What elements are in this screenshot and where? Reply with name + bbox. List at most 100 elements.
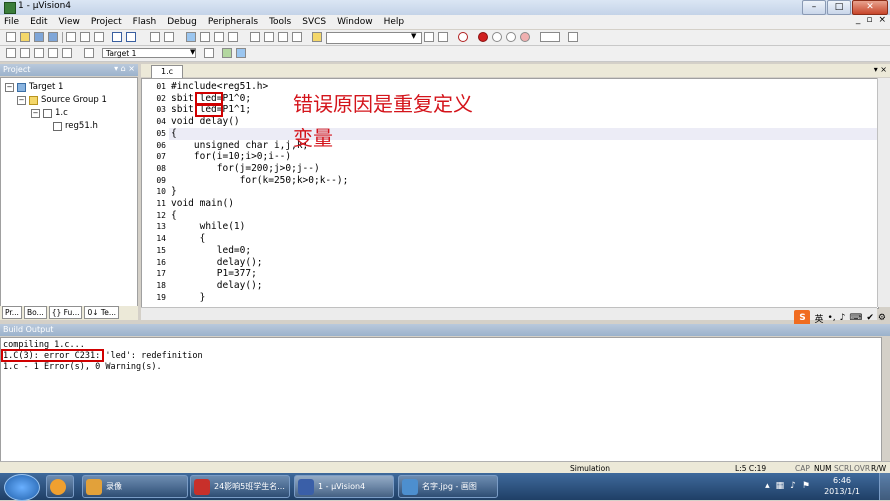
nav-back-icon[interactable] [150, 32, 160, 42]
nav-forward-icon[interactable] [164, 32, 174, 42]
unindent-icon[interactable] [264, 32, 274, 42]
code-line[interactable]: { [171, 233, 206, 244]
editor-horizontal-scrollbar[interactable] [141, 307, 877, 320]
translate-icon[interactable] [6, 48, 16, 58]
code-line[interactable]: void main() [171, 198, 234, 209]
code-line[interactable]: unsigned char i,j,k; [171, 140, 308, 151]
breakpoint-icon[interactable] [478, 32, 488, 42]
manage-components-icon[interactable] [222, 48, 232, 58]
menu-flash[interactable]: Flash [133, 17, 157, 27]
uncomment-icon[interactable] [292, 32, 302, 42]
mdi-minimize-button[interactable]: _ [856, 15, 861, 25]
menu-project[interactable]: Project [91, 17, 122, 27]
bookmark-prev-icon[interactable] [200, 32, 210, 42]
code-line[interactable]: for(j=200;j>0;j--) [171, 163, 320, 174]
taskbar-item-uvision[interactable]: 1 - µVision4 [294, 475, 394, 498]
target-select[interactable]: Target 1 [102, 48, 196, 58]
save-icon[interactable] [34, 32, 44, 42]
menu-file[interactable]: File [4, 17, 19, 27]
open-file-icon[interactable] [20, 32, 30, 42]
debug-session-icon[interactable] [458, 32, 468, 42]
menu-tools[interactable]: Tools [269, 17, 291, 27]
menu-edit[interactable]: Edit [30, 17, 47, 27]
chevron-down-icon[interactable]: ▼ [411, 32, 416, 40]
window-layout-icon[interactable] [540, 32, 560, 42]
ime-punctuation-icon[interactable]: •, [827, 313, 835, 323]
tab-templates[interactable]: 0↓ Te... [84, 306, 119, 319]
tray-chevron-icon[interactable]: ▴ [765, 481, 770, 491]
save-all-icon[interactable] [48, 32, 58, 42]
code-line[interactable]: delay(); [171, 280, 263, 291]
incremental-find-icon[interactable] [424, 32, 434, 42]
microphone-icon[interactable]: ♪ [840, 313, 846, 323]
collapse-icon[interactable]: − [31, 108, 40, 118]
tree-item-target[interactable]: − Target 1 [5, 82, 63, 92]
code-line[interactable]: #include<reg51.h> [171, 81, 268, 92]
tab-books[interactable]: Bo... [23, 306, 47, 319]
menu-window[interactable]: Window [337, 17, 373, 27]
maximize-button[interactable]: □ [827, 0, 851, 15]
editor-tab-file[interactable]: 1.c [151, 65, 183, 78]
comment-icon[interactable] [278, 32, 288, 42]
breakpoint-enable-icon[interactable] [520, 32, 530, 42]
collapse-icon[interactable]: − [17, 95, 26, 105]
network-icon[interactable]: ▦ [776, 481, 785, 491]
toolbox-icon[interactable]: ⚙ [878, 313, 886, 323]
collapse-icon[interactable]: − [5, 82, 14, 92]
taskbar-item-paint[interactable]: 名字.jpg - 画图 [398, 475, 498, 498]
new-file-icon[interactable] [6, 32, 16, 42]
editor-tab-controls[interactable]: ▾ × [874, 65, 887, 74]
code-editor[interactable]: 01 02 03 04 05 06 07 08 09 10 11 12 13 14 15 16 17 18 19 #… [141, 78, 879, 309]
taskbar-item-recorder[interactable]: 录像 [82, 475, 188, 498]
keyboard-icon[interactable]: ⌨ [849, 313, 862, 323]
cut-icon[interactable] [66, 32, 76, 42]
code-line[interactable]: led=0; [171, 245, 251, 256]
breakpoint-kill-icon[interactable] [506, 32, 516, 42]
menu-peripherals[interactable]: Peripherals [208, 17, 258, 27]
configure-icon[interactable] [568, 32, 578, 42]
code-line[interactable]: } [171, 292, 206, 303]
copy-icon[interactable] [80, 32, 90, 42]
bookmark-icon[interactable] [186, 32, 196, 42]
start-button[interactable] [4, 474, 40, 501]
chevron-down-icon[interactable]: ▼ [190, 48, 195, 56]
skin-icon[interactable]: ✔ [866, 313, 874, 323]
tab-functions[interactable]: {} Fu... [48, 306, 83, 319]
breakpoint-disable-icon[interactable] [492, 32, 502, 42]
code-line[interactable]: { [171, 128, 177, 139]
paste-icon[interactable] [94, 32, 104, 42]
code-line[interactable]: void delay() [171, 116, 240, 127]
indent-icon[interactable] [250, 32, 260, 42]
pinned-app-browser[interactable] [46, 475, 74, 498]
tree-item-group[interactable]: − Source Group 1 [17, 95, 107, 105]
code-line[interactable]: P1=377; [171, 268, 257, 279]
code-line[interactable]: { [171, 210, 177, 221]
select-packs-icon[interactable] [236, 48, 246, 58]
target-options-icon[interactable] [204, 48, 214, 58]
close-button[interactable]: ✕ [852, 0, 888, 15]
mdi-close-button[interactable]: × [878, 15, 886, 25]
minimize-button[interactable]: – [802, 0, 826, 15]
taskbar-item-wps[interactable]: 24影响5班学生名... [190, 475, 290, 498]
tree-item-header[interactable]: reg51.h [53, 121, 98, 131]
batch-build-icon[interactable] [48, 48, 58, 58]
code-line[interactable]: while(1) [171, 221, 246, 232]
show-desktop-button[interactable] [879, 473, 890, 500]
redo-icon[interactable] [126, 32, 136, 42]
menu-svcs[interactable]: SVCS [302, 17, 326, 27]
mdi-restore-button[interactable]: ▫ [866, 15, 872, 25]
ime-language-toggle[interactable]: 英 [814, 312, 823, 325]
bookmark-next-icon[interactable] [214, 32, 224, 42]
tree-item-file[interactable]: − 1.c [31, 108, 68, 118]
code-line[interactable]: delay(); [171, 257, 263, 268]
bookmark-clear-icon[interactable] [228, 32, 238, 42]
undo-icon[interactable] [112, 32, 122, 42]
code-line[interactable]: for(i=10;i>0;i--) [171, 151, 291, 162]
tab-project[interactable]: Pr... [2, 306, 22, 319]
download-icon[interactable] [84, 48, 94, 58]
build-icon[interactable] [20, 48, 30, 58]
stop-build-icon[interactable] [62, 48, 72, 58]
code-line[interactable]: } [171, 186, 177, 197]
build-output-pane[interactable]: compiling 1.c... 1.C(3): error C231: 'le… [0, 337, 882, 462]
rebuild-icon[interactable] [34, 48, 44, 58]
